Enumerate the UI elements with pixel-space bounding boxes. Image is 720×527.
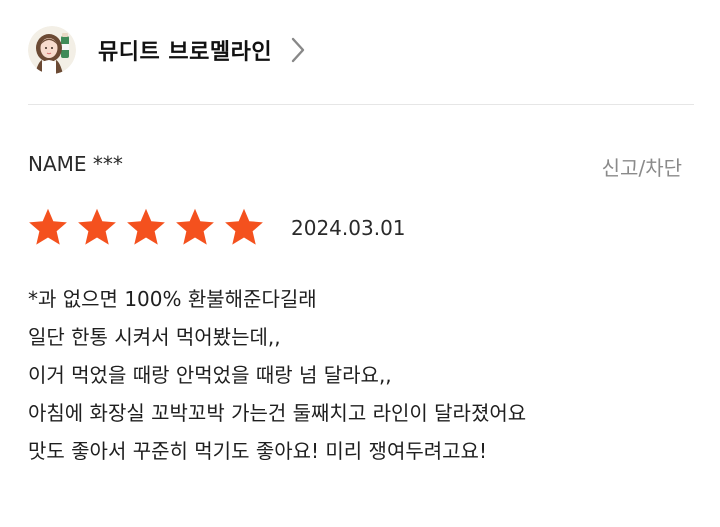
- review-text: *과 없으면 100% 환불해준다길래 일단 한통 시켜서 먹어봤는데,, 이거…: [28, 280, 698, 470]
- rating-row: 2024.03.01: [26, 204, 406, 252]
- report-block-link[interactable]: 신고/차단: [602, 152, 682, 181]
- star-icon: [225, 208, 263, 245]
- review-text-line: 아침에 화장실 꼬박꼬박 가는건 둘째치고 라인이 달라졌어요: [28, 401, 527, 425]
- chevron-right-icon[interactable]: [288, 35, 308, 65]
- section-divider: [28, 104, 694, 105]
- review-text-line: 일단 한통 시켜서 먹어봤는데,,: [28, 325, 281, 349]
- star-rating: [26, 206, 271, 250]
- star-icon: [78, 208, 116, 245]
- review-text-line: 맛도 좋아서 꾸준히 먹기도 좋아요! 미리 쟁여두려고요!: [28, 439, 487, 463]
- star-icon: [127, 208, 165, 245]
- review-text-line: 이거 먹었을 때랑 안먹었을 때랑 넘 달라요,,: [28, 363, 392, 387]
- reviewer-name: NAME ***: [28, 152, 123, 176]
- brand-header[interactable]: 뮤디트 브로멜라인: [28, 20, 698, 80]
- review-date: 2024.03.01: [291, 216, 406, 240]
- star-icon: [29, 208, 67, 245]
- review-text-line: *과 없으면 100% 환불해준다길래: [28, 287, 317, 311]
- avatar[interactable]: [28, 26, 76, 74]
- star-icon: [176, 208, 214, 245]
- brand-name[interactable]: 뮤디트 브로멜라인: [98, 34, 272, 66]
